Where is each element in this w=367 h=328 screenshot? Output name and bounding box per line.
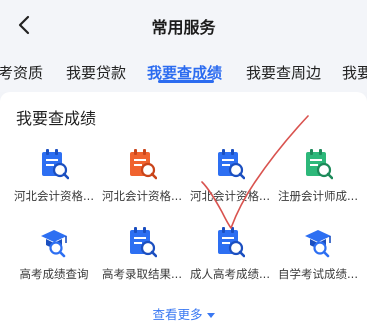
service-item[interactable]: 河北会计资格... — [10, 148, 98, 204]
service-item-label: 河北会计资格... — [102, 189, 182, 203]
service-item[interactable]: 高考录取结果... — [98, 226, 186, 282]
page-title: 常用服务 — [151, 18, 216, 37]
service-item-label: 高考成绩查询 — [19, 267, 89, 281]
caret-down-icon — [206, 313, 215, 318]
service-item[interactable]: 高考成绩查询 — [10, 226, 98, 282]
service-item[interactable]: 河北会计资格... — [98, 148, 186, 204]
score-search-icon — [130, 227, 157, 258]
category-tabs: 考资质 我要贷款 我要查成绩 我要查周边 我要 — [0, 52, 367, 92]
active-tab-indicator — [158, 80, 214, 83]
service-item[interactable]: 自学考试成绩... — [274, 226, 362, 282]
graduation-cap-search-icon — [41, 230, 67, 258]
tab-loan[interactable]: 我要贷款 — [66, 62, 126, 83]
view-more-link[interactable]: 查看更多 — [0, 304, 367, 323]
view-more-label: 查看更多 — [152, 307, 203, 322]
service-item-label: 自学考试成绩... — [278, 267, 358, 281]
score-search-icon — [130, 149, 157, 180]
score-search-icon — [42, 149, 69, 180]
tab-more-cut[interactable]: 我要 — [342, 62, 367, 83]
header: 常用服务 — [0, 0, 367, 52]
service-item-label: 河北会计资格... — [14, 189, 94, 203]
service-item-label: 成人高考成绩... — [190, 267, 270, 281]
section-title: 我要查成绩 — [16, 109, 97, 128]
tab-nearby[interactable]: 我要查周边 — [246, 62, 321, 83]
service-item[interactable]: 成人高考成绩... — [186, 226, 274, 282]
handdrawn-check-mark — [201, 115, 309, 229]
tab-qualification[interactable]: 考资质 — [0, 62, 43, 83]
service-item-label: 高考录取结果... — [102, 267, 182, 281]
